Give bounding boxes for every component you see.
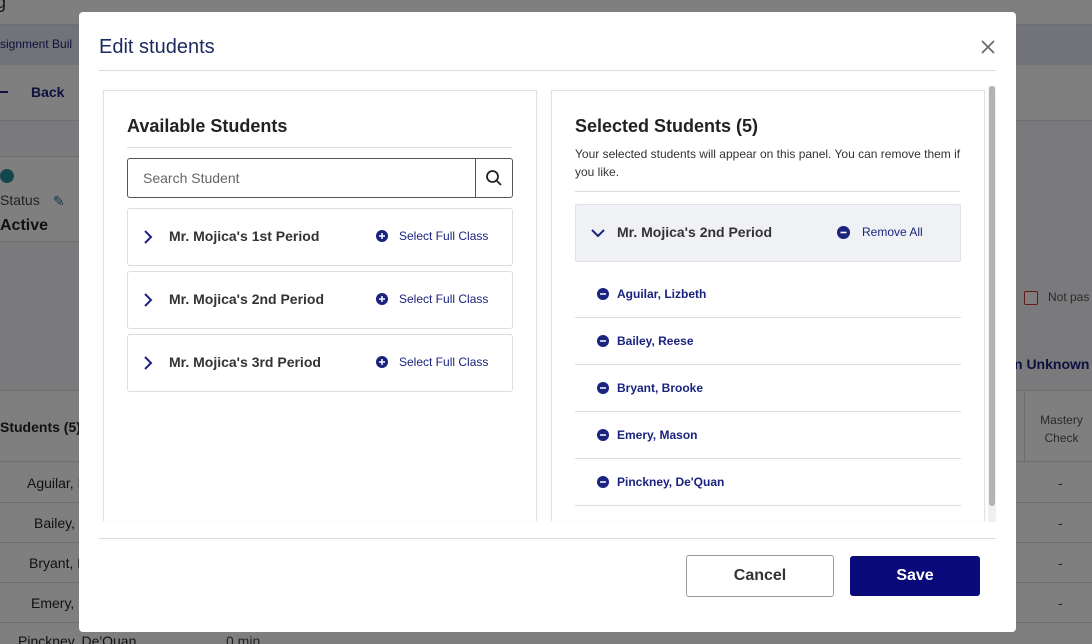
- selected-students-description: Your selected students will appear on th…: [575, 147, 961, 179]
- scrollbar-thumb[interactable]: [989, 86, 995, 506]
- search-input[interactable]: [128, 159, 475, 197]
- selected-class-name: Mr. Mojica's 2nd Period: [617, 224, 773, 240]
- selected-student-name: Pinckney, De'Quan: [617, 475, 725, 489]
- divider: [127, 147, 512, 148]
- select-full-class-label: Select Full Class: [399, 355, 489, 369]
- chevron-right-icon[interactable]: [142, 229, 154, 245]
- plus-circle-icon: [376, 230, 388, 242]
- close-icon[interactable]: [977, 36, 999, 58]
- minus-circle-icon[interactable]: [597, 429, 609, 441]
- plus-circle-icon: [376, 356, 388, 368]
- chevron-right-icon[interactable]: [142, 292, 154, 308]
- modal-title: Edit students: [99, 36, 215, 58]
- selected-students-title: Selected Students (5): [575, 116, 759, 136]
- minus-circle-icon[interactable]: [597, 382, 609, 394]
- available-students-title: Available Students: [127, 116, 288, 136]
- selected-students-panel: Selected Students (5) Your selected stud…: [551, 90, 985, 521]
- minus-circle-icon[interactable]: [597, 288, 609, 300]
- divider: [575, 191, 960, 192]
- selected-student-name: Bailey, Reese: [617, 334, 694, 348]
- available-students-panel: Available Students Mr. Mojica's 1st Peri…: [103, 90, 537, 521]
- select-full-class-label: Select Full Class: [399, 292, 489, 306]
- selected-student-name: Bryant, Brooke: [617, 381, 704, 395]
- minus-circle-icon[interactable]: [597, 335, 609, 347]
- divider: [99, 538, 996, 539]
- search-icon: [486, 170, 502, 186]
- cancel-button[interactable]: Cancel: [686, 555, 834, 597]
- class-item[interactable]: Mr. Mojica's 1st Period Select Full Clas…: [127, 208, 513, 266]
- selected-class-group[interactable]: Mr. Mojica's 2nd Period Remove All: [575, 204, 961, 262]
- selected-student-row[interactable]: Aguilar, Lizbeth: [575, 271, 961, 318]
- selected-student-row[interactable]: Bryant, Brooke: [575, 365, 961, 412]
- save-button[interactable]: Save: [850, 556, 980, 596]
- select-full-class-label: Select Full Class: [399, 229, 489, 243]
- remove-all-button[interactable]: Remove All: [837, 225, 923, 239]
- select-full-class-button[interactable]: Select Full Class: [376, 292, 488, 306]
- selected-student-name: Emery, Mason: [617, 428, 698, 442]
- chevron-down-icon[interactable]: [590, 227, 606, 239]
- search-box: [127, 158, 513, 198]
- select-full-class-button[interactable]: Select Full Class: [376, 229, 488, 243]
- plus-circle-icon: [376, 293, 388, 305]
- select-full-class-button[interactable]: Select Full Class: [376, 355, 488, 369]
- selected-student-row[interactable]: Pinckney, De'Quan: [575, 459, 961, 506]
- edit-students-modal: Edit students Available Students Mr. Moj…: [79, 12, 1016, 632]
- minus-circle-icon[interactable]: [597, 476, 609, 488]
- selected-student-name: Aguilar, Lizbeth: [617, 287, 707, 301]
- class-item[interactable]: Mr. Mojica's 3rd Period Select Full Clas…: [127, 334, 513, 392]
- selected-student-row[interactable]: Bailey, Reese: [575, 318, 961, 365]
- remove-all-label: Remove All: [862, 225, 923, 239]
- chevron-right-icon[interactable]: [142, 355, 154, 371]
- divider: [99, 70, 996, 71]
- class-name: Mr. Mojica's 1st Period: [169, 228, 320, 244]
- class-name: Mr. Mojica's 3rd Period: [169, 354, 321, 370]
- minus-circle-icon: [837, 225, 850, 239]
- selected-student-row[interactable]: Emery, Mason: [575, 412, 961, 459]
- modal-scrollbar[interactable]: [988, 86, 996, 522]
- class-name: Mr. Mojica's 2nd Period: [169, 291, 325, 307]
- search-button[interactable]: [475, 159, 512, 197]
- class-item[interactable]: Mr. Mojica's 2nd Period Select Full Clas…: [127, 271, 513, 329]
